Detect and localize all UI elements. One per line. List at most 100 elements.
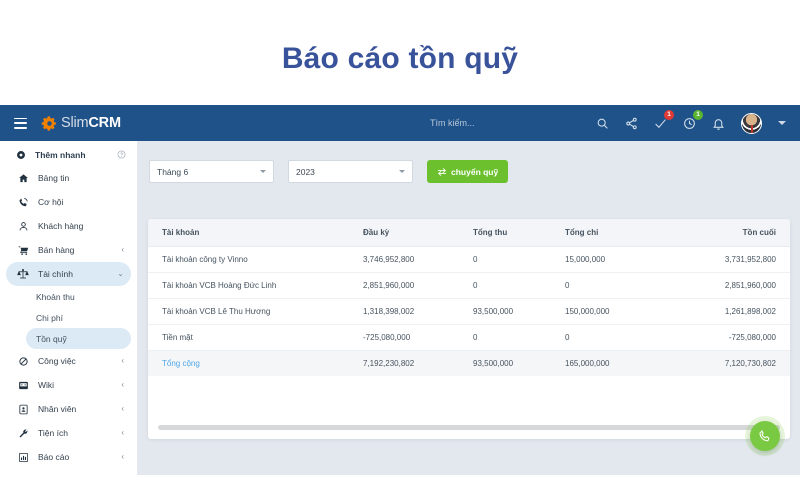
sidebar-item-quick-add[interactable]: Thêm nhanh [0, 143, 137, 166]
table-head: Tài khoản Đầu kỳ Tổng thu Tổng chi Tồn c… [148, 219, 790, 247]
table-total-row[interactable]: Tổng cộng 7,192,230,802 93,500,000 165,0… [148, 350, 790, 376]
cell-opening: 2,851,960,000 [363, 272, 473, 299]
cell-total-closing: 7,120,730,802 [670, 350, 790, 376]
column-header-income[interactable]: Tổng thu [473, 219, 565, 247]
year-select-value: 2023 [296, 166, 315, 177]
horizontal-scrollbar[interactable] [158, 425, 780, 430]
avatar[interactable] [741, 112, 762, 134]
plus-circle-icon [17, 150, 25, 159]
search-placeholder: Tìm kiếm... [430, 118, 475, 128]
sidebar-label: Tiện ích [38, 428, 68, 438]
month-select-value: Tháng 6 [157, 166, 189, 177]
table-body: Tài khoản công ty Vinno 3,746,952,800 0 … [148, 246, 790, 376]
chevron-down-icon[interactable] [778, 121, 786, 125]
transfer-fund-button[interactable]: chuyển quỹ [427, 160, 509, 183]
cell-expense: 0 [565, 272, 670, 299]
cell-opening: -725,080,000 [363, 324, 473, 351]
cell-total-expense: 165,000,000 [565, 350, 670, 376]
sidebar-label: Công việc [38, 356, 76, 366]
column-header-account[interactable]: Tài khoản [148, 219, 363, 247]
table-header-row: Tài khoản Đầu kỳ Tổng thu Tổng chi Tồn c… [148, 219, 790, 247]
sidebar-item-nhan-vien[interactable]: Nhân viên ‹ [6, 397, 131, 421]
top-navbar: SlimCRM Tìm kiếm... 1 1 [0, 105, 800, 141]
clock-icon[interactable]: 1 [683, 109, 703, 130]
cell-income: 0 [473, 246, 565, 273]
call-floating-button[interactable] [750, 421, 780, 451]
cell-expense: 150,000,000 [565, 298, 670, 325]
sidebar-sub-label: Tồn quỹ [36, 333, 67, 344]
sidebar-item-tien-ich[interactable]: Tiện ích ‹ [6, 421, 131, 445]
id-card-icon [16, 404, 30, 415]
search-input[interactable]: Tìm kiếm... [430, 105, 475, 141]
filter-bar: Tháng 6 2023 chuyển quỹ [149, 160, 509, 183]
sidebar-label: Bảng tin [38, 173, 70, 183]
sidebar-label: Khách hàng [38, 221, 84, 231]
column-header-closing[interactable]: Tồn cuối [670, 219, 790, 247]
chevron-down-icon: ⌄ [117, 269, 124, 278]
sidebar-item-bang-tin[interactable]: Bảng tin [6, 166, 131, 190]
sidebar-item-bao-cao[interactable]: Báo cáo ‹ [6, 445, 131, 469]
search-icon[interactable] [596, 117, 609, 130]
cell-total-label[interactable]: Tổng cộng [148, 350, 363, 376]
wrench-icon [16, 428, 30, 439]
sidebar-subitem-khoan-thu[interactable]: Khoản thu [26, 286, 131, 307]
cell-total-opening: 7,192,230,802 [363, 350, 473, 376]
sidebar-label: Tài chính [38, 269, 73, 279]
cell-expense: 0 [565, 324, 670, 351]
year-select[interactable]: 2023 [288, 160, 413, 183]
chevron-left-icon: ‹ [121, 404, 124, 413]
page-title: Báo cáo tồn quỹ [281, 42, 519, 75]
fund-balance-table: Tài khoản Đầu kỳ Tổng thu Tổng chi Tồn c… [148, 219, 790, 376]
month-select[interactable]: Tháng 6 [149, 160, 274, 183]
sidebar-subitem-ton-quy[interactable]: Tồn quỹ [26, 328, 131, 349]
table-row[interactable]: Tài khoản VCB Lê Thu Hương 1,318,398,002… [148, 298, 790, 325]
check-icon[interactable]: 1 [654, 109, 674, 130]
sidebar-item-cong-viec[interactable]: Công việc ‹ [6, 349, 131, 373]
sidebar-label: Báo cáo [38, 452, 70, 462]
table-row[interactable]: Tài khoản VCB Hoàng Đức Linh 2,851,960,0… [148, 272, 790, 299]
phone-icon [16, 197, 30, 208]
sidebar: Thêm nhanh Bảng tin Cơ hội Khách hàng Bá… [0, 141, 138, 475]
cell-account: Tài khoản VCB Hoàng Đức Linh [148, 272, 363, 299]
app-window: SlimCRM Tìm kiếm... 1 1 Thêm nhanh Bảng … [0, 105, 800, 475]
sidebar-subitem-chi-phi[interactable]: Chi phí [26, 307, 131, 328]
table-row[interactable]: Tiền mặt -725,080,000 0 0 -725,080,000 [148, 324, 790, 351]
table-row[interactable]: Tài khoản công ty Vinno 3,746,952,800 0 … [148, 246, 790, 273]
scales-icon [16, 268, 30, 280]
brand-logo[interactable]: SlimCRM [41, 115, 121, 132]
bell-icon[interactable] [712, 117, 725, 130]
sidebar-item-wiki[interactable]: Wiki ‹ [6, 373, 131, 397]
fund-balance-table-card: Tài khoản Đầu kỳ Tổng thu Tổng chi Tồn c… [148, 219, 790, 439]
cell-closing: 2,851,960,000 [670, 272, 790, 299]
help-circle-icon[interactable] [117, 150, 126, 159]
briefcase-icon [16, 356, 30, 367]
sidebar-label: Wiki [38, 380, 55, 390]
chevron-left-icon: ‹ [121, 428, 124, 437]
column-header-expense[interactable]: Tổng chi [565, 219, 670, 247]
brand-text: SlimCRM [61, 115, 121, 131]
clock-badge: 1 [693, 109, 703, 120]
sidebar-sub-label: Chi phí [36, 312, 63, 323]
exchange-arrows-icon [437, 167, 447, 176]
sidebar-item-co-hoi[interactable]: Cơ hội [6, 190, 131, 214]
chevron-down-icon [260, 170, 266, 173]
column-header-opening[interactable]: Đầu kỳ [363, 219, 473, 247]
cell-income: 0 [473, 324, 565, 351]
cell-opening: 1,318,398,002 [363, 298, 473, 325]
quick-add-label: Thêm nhanh [35, 149, 86, 160]
share-icon[interactable] [625, 117, 638, 130]
gear-icon [41, 115, 56, 131]
chevron-left-icon: ‹ [121, 356, 124, 365]
cell-closing: 1,261,898,002 [670, 298, 790, 325]
cell-closing: 3,731,952,800 [670, 246, 790, 273]
sidebar-item-ban-hang[interactable]: Bán hàng ‹ [6, 238, 131, 262]
home-icon [16, 173, 30, 184]
cell-income: 0 [473, 272, 565, 299]
sidebar-item-tai-chinh[interactable]: Tài chính ⌄ [6, 262, 131, 286]
cell-account: Tài khoản công ty Vinno [148, 246, 363, 273]
phone-icon [759, 430, 770, 442]
cell-account: Tài khoản VCB Lê Thu Hương [148, 298, 363, 325]
brand-bold-text: CRM [88, 115, 121, 131]
sidebar-item-khach-hang[interactable]: Khách hàng [6, 214, 131, 238]
hamburger-icon[interactable] [14, 117, 27, 129]
